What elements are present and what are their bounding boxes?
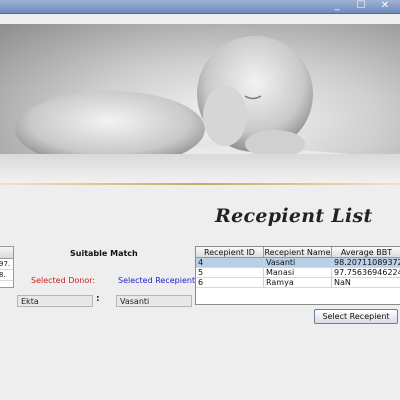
banner-blanket	[0, 154, 400, 184]
page-title: Recepient List	[215, 205, 373, 227]
column-header-name[interactable]: Recepient Name	[264, 247, 332, 258]
recipient-id-cell: 4	[196, 258, 264, 268]
donor-table-row[interactable]: 97.	[0, 259, 13, 270]
select-recipient-button[interactable]: Select Recepient	[314, 309, 398, 324]
recipient-bbt-cell: NaN	[332, 278, 400, 288]
table-row[interactable]: 6 Ramya NaN	[196, 278, 400, 288]
recipient-bbt-cell: 98.20711089372...	[332, 258, 400, 268]
recipient-name-cell: Manasi	[264, 268, 332, 278]
baby-banner-image	[0, 24, 400, 184]
selected-donor-label: Selected Donor:	[31, 276, 96, 285]
column-header-id[interactable]: Recepient ID	[196, 247, 264, 258]
banner-divider	[0, 183, 400, 185]
donor-table-header	[0, 247, 13, 259]
suitable-match-heading: Suitable Match	[70, 249, 138, 258]
selected-recipient-field[interactable]: Vasanti	[116, 295, 192, 307]
recipient-bbt-cell: 97.75636946224...	[332, 268, 400, 278]
table-row[interactable]: 4 Vasanti 98.20711089372...	[196, 258, 400, 268]
minimize-button[interactable]: _	[328, 0, 346, 12]
recipient-id-cell: 5	[196, 268, 264, 278]
selected-recipient-label: Selected Recepient:	[118, 276, 198, 285]
recipient-table-header: Recepient ID Recepient Name Average BBT	[196, 247, 400, 258]
recipient-name-cell: Vasanti	[264, 258, 332, 268]
selected-donor-field[interactable]: Ekta	[17, 295, 93, 307]
recipient-id-cell: 6	[196, 278, 264, 288]
match-separator: :	[96, 294, 100, 304]
donor-table-partial[interactable]: 97. 8.	[0, 246, 14, 288]
recipient-table[interactable]: Recepient ID Recepient Name Average BBT …	[195, 246, 400, 305]
column-header-bbt[interactable]: Average BBT	[332, 247, 400, 258]
maximize-button[interactable]: ☐	[352, 0, 370, 12]
table-empty-area	[196, 288, 400, 304]
recipient-name-cell: Ramya	[264, 278, 332, 288]
close-button[interactable]: ✕	[376, 0, 394, 12]
window-controls: _ ☐ ✕	[328, 0, 394, 12]
table-row[interactable]: 5 Manasi 97.75636946224...	[196, 268, 400, 278]
donor-table-row[interactable]: 8.	[0, 270, 13, 281]
window-title-bar: _ ☐ ✕	[0, 0, 400, 14]
